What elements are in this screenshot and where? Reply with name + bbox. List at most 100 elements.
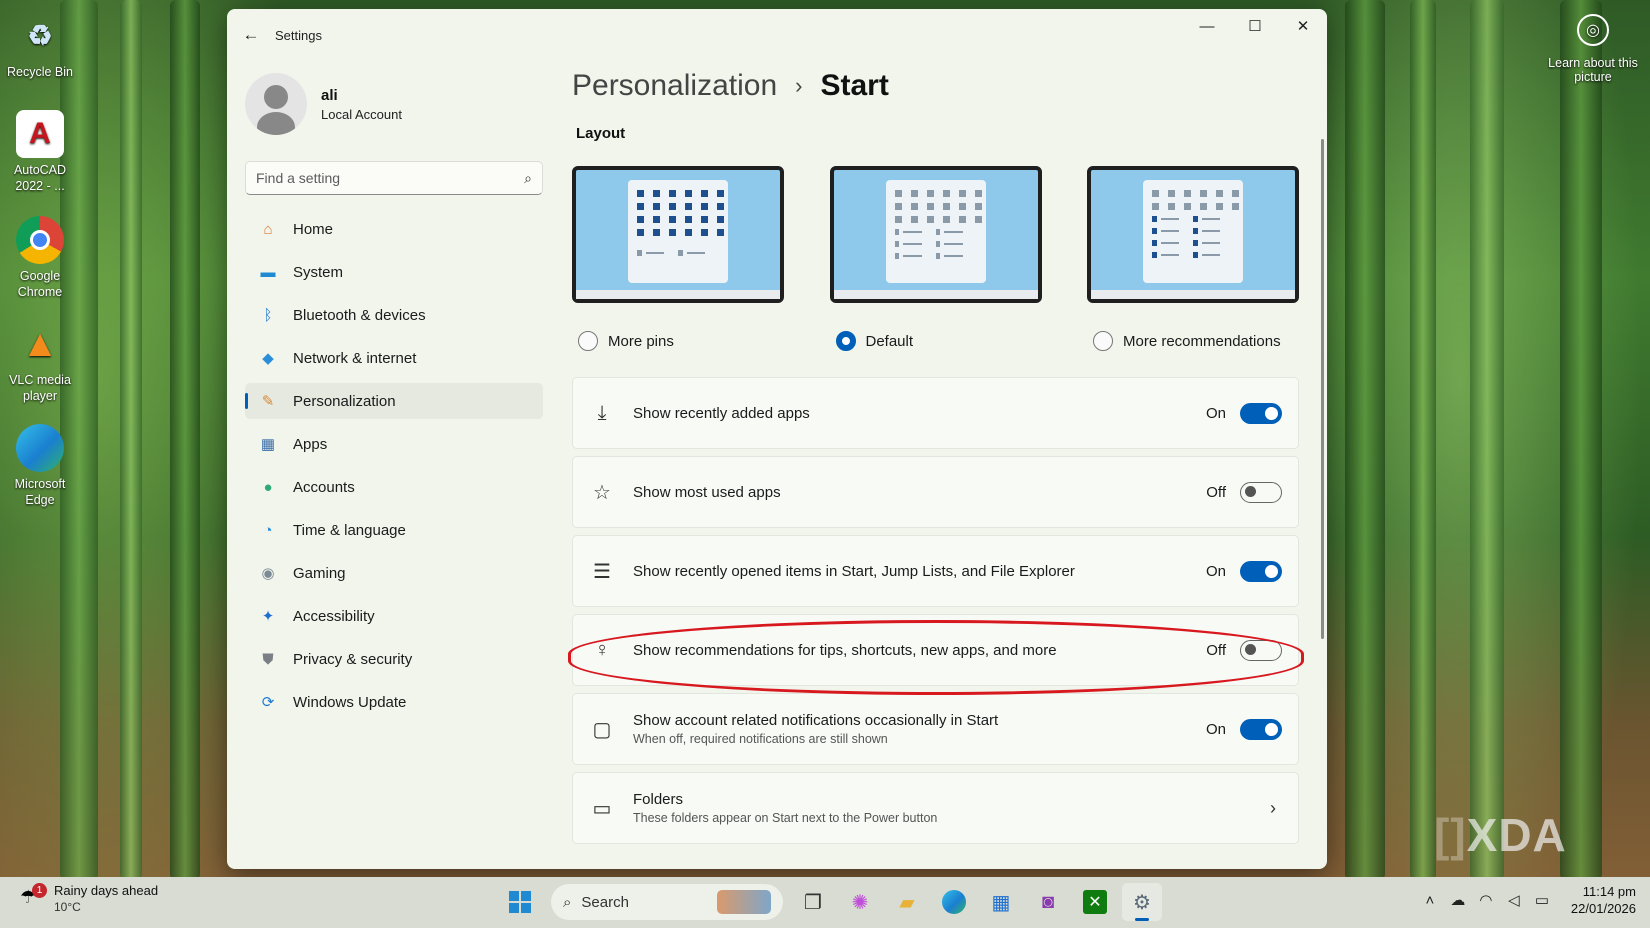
setting-row[interactable]: ♀ Show recommendations for tips, shortcut… [572,614,1299,686]
setting-row[interactable]: ☆ Show most used apps Off [572,456,1299,528]
star-icon: ☆ [593,481,611,504]
notification-badge: 1 [32,882,47,898]
list-icon: ☰ [593,560,611,583]
desktop-icon-label: Google Chrome [17,269,63,299]
sidebar-item-bluetooth-and-devices[interactable]: ᛒ Bluetooth & devices [245,297,543,333]
search-icon[interactable]: ⌕ [524,170,532,187]
recycle-bin-icon: ♻ [27,20,53,51]
download-icon: ⤓ [597,401,607,424]
taskbar-apps: ⌕ Search ❐ ✺ ▰ ▦ ◙ ✕ ⚙ [500,883,1169,921]
desktop-autocad[interactable]: A AutoCAD 2022 - ... [4,110,76,194]
search-icon: ⌕ [563,893,572,911]
desktop-chrome[interactable]: Google Chrome [4,216,76,300]
layout-option-more-pins[interactable]: More pins [572,166,784,351]
radio-more-recommendations[interactable] [1093,331,1113,351]
wifi-icon[interactable]: ◠ [1473,891,1499,909]
settings-window: ← Settings — ☐ ✕ ali Local Account ⌕ ⌂ Ho… [227,9,1327,869]
sidebar-item-label: Accounts [293,478,355,496]
main-content: Personalization › Start Layout More pins… [572,61,1299,869]
user-profile[interactable]: ali Local Account [227,61,547,141]
user-name: ali [321,86,338,104]
sidebar-item-label: Apps [293,435,328,453]
radio-more-pins[interactable] [578,331,598,351]
taskbar-search[interactable]: ⌕ Search [551,884,783,920]
page-title: Start [820,69,889,102]
sidebar-item-label: Privacy & security [293,650,413,668]
clock-date: 22/01/2026 [1570,901,1636,916]
task-view-icon[interactable]: ❐ [793,883,833,921]
toggle-state-label: On [1205,720,1226,738]
toggle-switch[interactable] [1240,402,1282,424]
search-input[interactable] [256,170,525,186]
layout-preview-more-recommendations [1087,166,1299,303]
setting-row[interactable]: ⤓ Show recently added apps On [572,377,1299,449]
desktop-recycle-bin[interactable]: ♻ Recycle Bin [4,12,76,80]
setting-row[interactable]: ☰ Show recently opened items in Start, Ju… [572,535,1299,607]
settings-app-icon[interactable]: ⚙ [1122,883,1162,921]
weather-widget[interactable]: ☂ 1 Rainy days ahead 10°C [20,882,158,914]
layout-option-more-recommendations[interactable]: More recommendations [1087,166,1299,351]
desktop-vlc[interactable]: ▲ VLC media player [4,320,76,404]
sidebar-item-personalization[interactable]: ✎ Personalization [245,383,543,419]
sidebar-item-gaming[interactable]: ◉ Gaming [245,555,543,591]
clock-time: 11:14 pm [1582,884,1636,899]
sidebar-item-home[interactable]: ⌂ Home [245,211,543,247]
xbox-icon[interactable]: ✕ [1075,883,1115,921]
chevron-up-icon[interactable]: ˄ [1417,892,1443,909]
file-explorer-icon[interactable]: ▰ [887,883,927,921]
taskbar-search-label: Search [581,893,629,911]
breadcrumb-parent[interactable]: Personalization [572,69,777,103]
layout-preview-more-pins [572,166,784,303]
toggle-state-label: Off [1206,483,1226,501]
clock[interactable]: 11:14 pm 22/01/2026 [1571,883,1636,917]
battery-icon[interactable]: ▭ [1529,891,1555,909]
desktop-edge[interactable]: Microsoft Edge [4,424,76,508]
bluetooth-and-devices-icon: ᛒ [263,306,273,324]
toggle-switch[interactable] [1240,718,1282,740]
sidebar-item-label: Home [293,220,334,238]
sidebar-item-system[interactable]: ▬ System [245,254,543,290]
layout-preview-default [829,166,1042,303]
learn-about-picture[interactable]: ◎ Learn about this picture [1548,14,1638,84]
edge-icon[interactable] [934,883,974,921]
close-button[interactable]: ✕ [1279,9,1327,43]
breadcrumb: Personalization › Start [572,69,1299,103]
accessibility-icon: ✦ [261,608,275,625]
vlc-icon: ▲ [21,323,59,365]
onedrive-off-icon[interactable]: ☁ [1445,891,1471,909]
volume-icon[interactable]: ◁ [1501,891,1527,909]
layout-option-default[interactable]: Default [829,166,1042,351]
app-icon[interactable]: ◙ [1028,883,1068,921]
sidebar-item-accessibility[interactable]: ✦ Accessibility [245,598,543,634]
minimize-button[interactable]: — [1183,9,1231,43]
sidebar-item-privacy-and-security[interactable]: ⛊ Privacy & security [245,641,543,677]
toggle-switch[interactable] [1240,639,1282,661]
sidebar-item-label: Gaming [293,564,346,582]
back-arrow-icon[interactable]: ← [227,25,275,45]
sidebar-item-apps[interactable]: ▦ Apps [245,426,543,462]
maximize-button[interactable]: ☐ [1231,9,1279,43]
breadcrumb-separator: › [795,73,803,98]
sidebar-item-label: System [293,263,344,281]
sidebar-item-network-and-internet[interactable]: ◆ Network & internet [245,340,543,376]
radio-default[interactable] [835,331,856,351]
microsoft-store-icon[interactable]: ▦ [981,883,1021,921]
toggle-switch[interactable] [1240,481,1282,503]
title-bar: ← Settings [227,9,1327,61]
sidebar-item-time-and-language[interactable]: ◔ Time & language [245,512,543,548]
privacy-and-security-icon: ⛊ [262,650,274,668]
scrollbar[interactable] [1321,139,1324,639]
copilot-icon[interactable]: ✺ [840,883,880,921]
setting-row[interactable]: ▢ Show account related notifications occa… [572,693,1299,765]
window-title: Settings [275,27,322,43]
setting-row[interactable]: ▭ Folders These folders appear on Start ne… [572,772,1299,844]
toggle-switch[interactable] [1240,560,1282,582]
sidebar-item-accounts[interactable]: ● Accounts [245,469,543,505]
start-button[interactable] [500,883,540,921]
accounts-icon: ● [263,478,273,496]
sidebar-item-windows-update[interactable]: ⟳ Windows Update [245,684,543,720]
sidebar-nav: ⌂ Home ▬ System ᛒ Bluetooth & devices ◆ Network… [245,211,543,720]
settings-search[interactable]: ⌕ [245,161,543,195]
notification-icon: ▢ [592,718,612,741]
settings-list: ⤓ Show recently added apps On ☆ Show most us… [572,377,1299,844]
